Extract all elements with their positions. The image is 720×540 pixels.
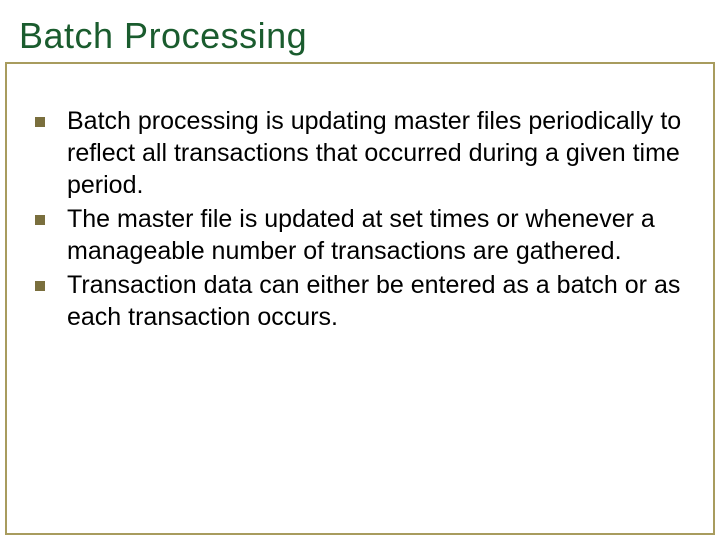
title-underline [5, 62, 715, 64]
slide-title: Batch Processing [19, 15, 705, 57]
bullet-text: Batch processing is updating master file… [67, 105, 685, 201]
bullet-text: The master file is updated at set times … [67, 203, 685, 267]
content-area: Batch processing is updating master file… [35, 105, 685, 335]
square-bullet-icon [35, 117, 45, 127]
bullet-item: Transaction data can either be entered a… [35, 269, 685, 333]
bullet-item: The master file is updated at set times … [35, 203, 685, 267]
bullet-text: Transaction data can either be entered a… [67, 269, 685, 333]
bullet-item: Batch processing is updating master file… [35, 105, 685, 201]
square-bullet-icon [35, 281, 45, 291]
square-bullet-icon [35, 215, 45, 225]
title-area: Batch Processing [5, 5, 715, 63]
